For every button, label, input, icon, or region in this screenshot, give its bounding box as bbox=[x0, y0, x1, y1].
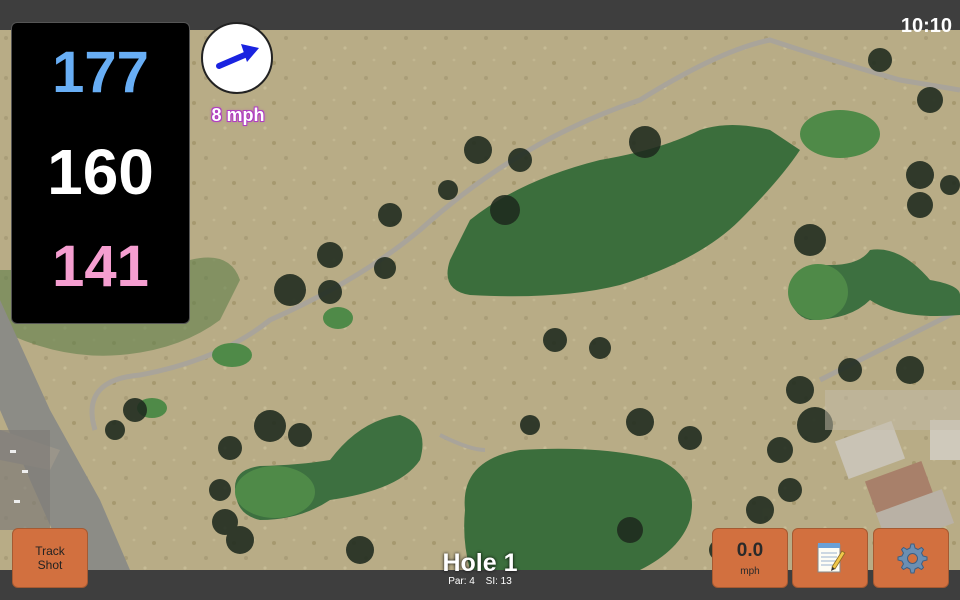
wind-indicator bbox=[201, 22, 273, 94]
distance-panel: 177 160 141 bbox=[11, 22, 190, 324]
track-shot-label: Track Shot bbox=[35, 544, 65, 572]
clock: 10:10 bbox=[900, 15, 952, 37]
speed-unit: mph bbox=[740, 565, 760, 577]
hole-title: Hole 1 bbox=[442, 549, 518, 577]
hole-info: Par: 4 SI: 13 bbox=[380, 576, 580, 587]
hole-stroke-index: SI: 13 bbox=[485, 576, 512, 587]
hole-par: Par: 4 bbox=[448, 576, 475, 587]
wind-direction-arrow-icon bbox=[216, 44, 259, 69]
track-shot-button[interactable]: Track Shot bbox=[12, 528, 88, 588]
notepad-icon bbox=[817, 543, 846, 573]
notes-button[interactable] bbox=[792, 528, 868, 588]
distance-front: 141 bbox=[52, 234, 149, 299]
wind-speed-label: 8 mph bbox=[211, 105, 265, 125]
distance-back: 177 bbox=[52, 40, 149, 105]
distance-middle: 160 bbox=[47, 136, 154, 208]
gear-icon bbox=[897, 543, 928, 574]
speed-value: 0.0 bbox=[736, 539, 764, 561]
speed-button[interactable]: 0.0 mph bbox=[712, 528, 788, 588]
settings-button[interactable] bbox=[873, 528, 949, 588]
